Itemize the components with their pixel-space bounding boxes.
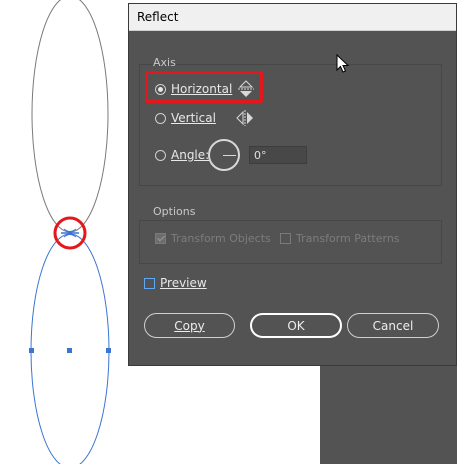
- radio-angle[interactable]: Angle:: [155, 146, 209, 164]
- anchor-left[interactable]: [29, 348, 34, 353]
- transform-objects-box[interactable]: [155, 232, 166, 244]
- transform-patterns-checkbox[interactable]: Transform Patterns: [280, 230, 400, 246]
- preview-checkbox[interactable]: Preview: [144, 275, 207, 291]
- preview-label[interactable]: Preview: [160, 276, 207, 290]
- transform-patterns-label: Transform Patterns: [296, 231, 400, 245]
- angle-input[interactable]: [249, 146, 307, 164]
- preview-box[interactable]: [144, 277, 155, 289]
- radio-vertical[interactable]: Vertical: [155, 109, 216, 127]
- reflect-vertical-icon: [236, 110, 253, 126]
- transform-patterns-box[interactable]: [280, 232, 291, 244]
- radio-vertical-indicator[interactable]: [155, 112, 166, 124]
- mouse-cursor-icon: [336, 54, 350, 73]
- dialog-title: Reflect: [137, 10, 179, 24]
- ok-button[interactable]: OK: [250, 313, 342, 338]
- radio-angle-label[interactable]: Angle:: [171, 148, 209, 162]
- cancel-button[interactable]: Cancel: [347, 313, 439, 338]
- radio-angle-indicator[interactable]: [155, 149, 166, 161]
- transform-objects-checkbox[interactable]: Transform Objects: [155, 230, 271, 246]
- radio-vertical-label[interactable]: Vertical: [171, 111, 216, 125]
- options-group-label: Options: [153, 205, 196, 218]
- center-point[interactable]: [67, 348, 72, 353]
- anchor-right[interactable]: [106, 348, 111, 353]
- axis-group-label: Axis: [153, 56, 176, 69]
- dialog-titlebar[interactable]: Reflect: [129, 4, 456, 31]
- original-ellipse: [31, 0, 109, 233]
- transform-objects-label: Transform Objects: [171, 231, 271, 245]
- copy-button[interactable]: Copy: [144, 313, 235, 338]
- copy-button-label: Copy: [174, 318, 205, 333]
- highlight-box: [145, 71, 263, 103]
- angle-dial-icon[interactable]: [208, 139, 240, 171]
